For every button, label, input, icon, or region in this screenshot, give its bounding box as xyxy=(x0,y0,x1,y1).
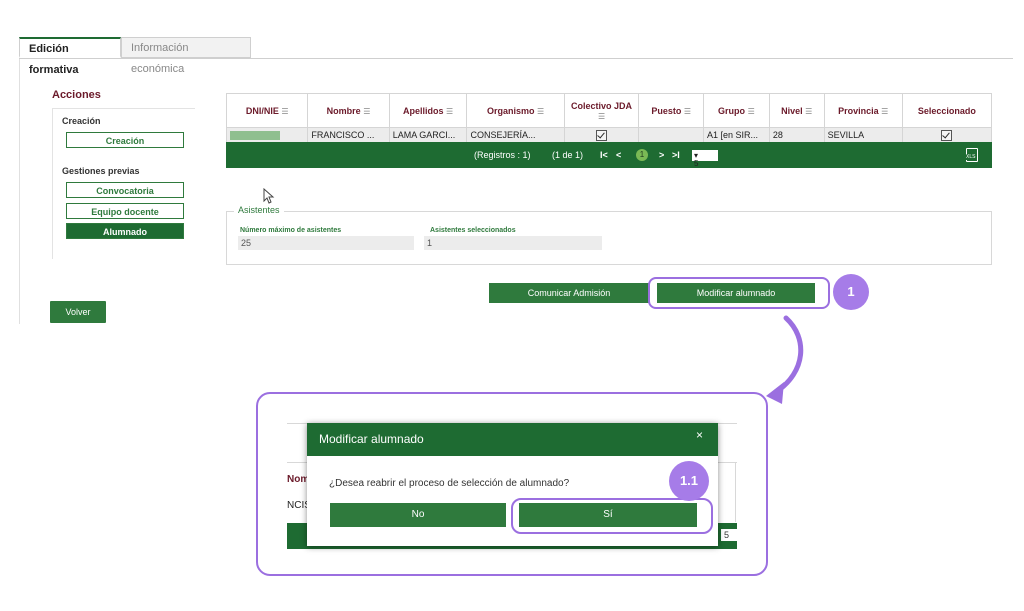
creacion-button[interactable]: Creación xyxy=(66,132,184,148)
current-page[interactable]: 1 xyxy=(636,149,648,161)
checkbox-checked-icon xyxy=(596,129,608,141)
dialog-title: Modificar alumnado xyxy=(307,423,718,456)
cell-organismo: CONSEJERÍA... xyxy=(466,127,565,143)
redacted-dni xyxy=(230,131,280,141)
max-asistentes-field: 25 xyxy=(238,236,414,250)
step-badge: 1 xyxy=(833,274,869,310)
col-nivel[interactable]: Nivel ☰ xyxy=(768,93,825,128)
modificar-alumnado-button[interactable]: Modificar alumnado xyxy=(657,283,815,303)
curved-arrow-icon xyxy=(766,315,804,404)
col-organismo[interactable]: Organismo ☰ xyxy=(466,93,565,128)
col-puesto[interactable]: Puesto ☰ xyxy=(638,93,704,128)
page-info: (1 de 1) xyxy=(552,150,584,160)
table-pager: (Registros : 1) (1 de 1) I< < 1 > >I 5 ▾ xyxy=(226,142,992,168)
col-apellidos[interactable]: Apellidos ☰ xyxy=(388,93,468,128)
convocatoria-button[interactable]: Convocatoria xyxy=(66,182,184,198)
export-xls-icon[interactable] xyxy=(965,148,978,162)
checkbox-checked-icon[interactable] xyxy=(941,129,953,141)
col-seleccionado[interactable]: Seleccionado xyxy=(901,93,993,128)
cell-colectivo xyxy=(563,127,640,143)
sort-icon[interactable]: ☰ xyxy=(881,107,888,116)
cell-apellidos: LAMA GARCI... xyxy=(388,127,468,143)
cell-puesto xyxy=(638,127,704,143)
sort-icon[interactable]: ☰ xyxy=(598,112,605,121)
cell-provincia: SEVILLA xyxy=(823,127,903,143)
asistentes-seleccionados-field: 1 xyxy=(424,236,602,250)
col-nombre[interactable]: Nombre ☰ xyxy=(307,93,390,128)
cell-grupo: A1 [en SIR... xyxy=(702,127,770,143)
volver-button[interactable]: Volver xyxy=(50,301,106,323)
last-page-icon[interactable]: >I xyxy=(672,150,680,160)
col-dni[interactable]: DNI/NIE ☰ xyxy=(225,93,309,128)
cell-nivel: 28 xyxy=(768,127,825,143)
first-page-icon[interactable]: I< xyxy=(600,150,608,160)
bg-header-nombre: Nom xyxy=(287,474,310,485)
sort-icon[interactable]: ☰ xyxy=(537,107,544,116)
comunicar-admision-button[interactable]: Comunicar Admisión xyxy=(489,283,649,303)
bg-per-page: 5 xyxy=(721,529,737,541)
sort-icon[interactable]: ☰ xyxy=(281,107,288,116)
highlight-frame xyxy=(511,498,713,534)
alumnado-button[interactable]: Alumnado xyxy=(66,223,184,239)
section-creacion: Creación xyxy=(62,116,101,126)
sort-icon[interactable]: ☰ xyxy=(748,107,755,116)
col-provincia[interactable]: Provincia ☰ xyxy=(823,93,903,128)
cursor-icon xyxy=(263,188,275,204)
asistentes-seleccionados-label: Asistentes seleccionados xyxy=(430,227,516,234)
bg-table-line xyxy=(735,462,736,522)
asistentes-legend: Asistentes xyxy=(234,205,284,215)
next-page-icon[interactable]: > xyxy=(659,150,664,160)
cell-seleccionado xyxy=(901,127,993,143)
close-icon[interactable]: × xyxy=(696,428,703,442)
per-page-select[interactable]: 5 ▾ xyxy=(692,150,718,168)
dialog-question: ¿Desea reabrir el proceso de selección d… xyxy=(329,478,570,489)
section-gestiones-previas: Gestiones previas xyxy=(62,166,140,176)
tabs-divider xyxy=(19,58,1013,59)
alumnos-table: DNI/NIE ☰ Nombre ☰ Apellidos ☰ Organismo… xyxy=(225,93,993,143)
sort-icon[interactable]: ☰ xyxy=(363,107,370,116)
panel-border xyxy=(19,59,20,324)
equipo-docente-button[interactable]: Equipo docente xyxy=(66,203,184,219)
step-badge: 1.1 xyxy=(669,461,709,501)
sort-icon[interactable]: ☰ xyxy=(805,107,812,116)
tab-edicion-formativa[interactable]: Edición formativa xyxy=(19,37,121,76)
no-button[interactable]: No xyxy=(330,503,506,527)
prev-page-icon[interactable]: < xyxy=(616,150,621,160)
sort-icon[interactable]: ☰ xyxy=(684,107,691,116)
col-colectivo[interactable]: Colectivo JDA ☰ xyxy=(563,93,640,128)
registros-count: (Registros : 1) xyxy=(474,150,531,160)
sort-icon[interactable]: ☰ xyxy=(446,107,453,116)
max-asistentes-label: Número máximo de asistentes xyxy=(240,227,342,234)
cell-nombre: FRANCISCO ... xyxy=(307,127,390,143)
table-row[interactable]: FRANCISCO ... LAMA GARCI... CONSEJERÍA..… xyxy=(225,127,993,143)
acciones-title: Acciones xyxy=(52,89,101,101)
cell-dni xyxy=(225,127,309,143)
col-grupo[interactable]: Grupo ☰ xyxy=(702,93,770,128)
tab-informacion-economica[interactable]: Información económica xyxy=(121,37,251,75)
